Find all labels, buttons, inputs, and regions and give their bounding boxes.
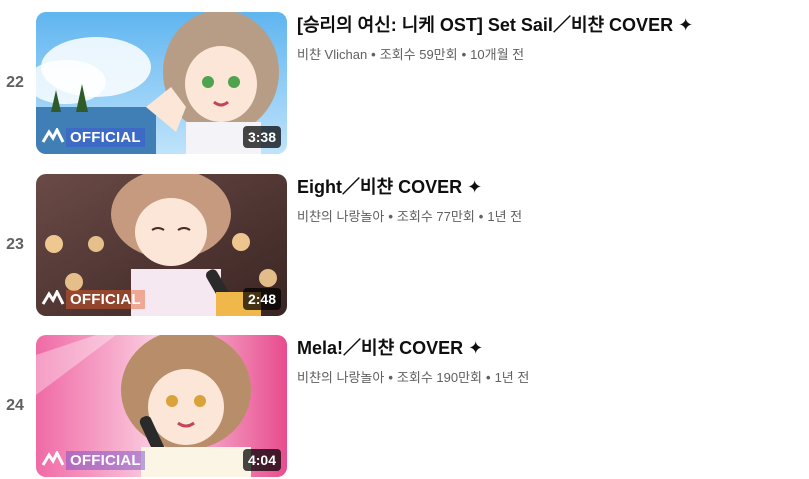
channel-name[interactable]: 비챤 Vlichan: [297, 47, 367, 62]
meta-separator: •: [371, 47, 376, 62]
channel-logo-icon: [40, 127, 66, 147]
video-info: Mela!／비챤 COVER ✦ 비챤의 나랑놀아 • 조회수 190만회 • 1년 전: [297, 335, 797, 387]
playlist-index: 22: [6, 74, 24, 91]
playlist-index: 23: [6, 236, 24, 253]
upload-age: 10개월 전: [470, 47, 525, 62]
video-meta: 비챤 Vlichan • 조회수 59만회 • 10개월 전: [297, 46, 797, 64]
video-thumbnail[interactable]: OFFICIAL 4:04: [36, 335, 287, 477]
official-badge: OFFICIAL: [40, 288, 145, 310]
playlist: 22 OFFICIAL 3:38 [승리의 여신: 니케 OST] Set Sa…: [0, 0, 809, 479]
official-label: OFFICIAL: [66, 289, 145, 309]
video-title[interactable]: [승리의 여신: 니케 OST] Set Sail／비챤 COVER ✦: [297, 12, 797, 38]
channel-name[interactable]: 비챤의 나랑놀아: [297, 209, 384, 224]
official-badge: OFFICIAL: [40, 126, 145, 148]
video-meta: 비챤의 나랑놀아 • 조회수 190만회 • 1년 전: [297, 369, 797, 387]
upload-age: 1년 전: [487, 209, 523, 224]
official-badge: OFFICIAL: [40, 449, 145, 471]
official-label: OFFICIAL: [66, 127, 145, 147]
channel-logo-icon: [40, 289, 66, 309]
video-duration: 2:48: [242, 288, 281, 310]
upload-age: 1년 전: [494, 370, 530, 385]
view-count: 조회수 59만회: [379, 47, 458, 62]
meta-separator: •: [388, 209, 393, 224]
view-count: 조회수 190만회: [396, 370, 483, 385]
playlist-index: 24: [6, 397, 24, 414]
meta-separator: •: [478, 209, 484, 224]
meta-separator: •: [461, 47, 467, 62]
playlist-item[interactable]: 22 OFFICIAL 3:38 [승리의 여신: 니케 OST] Set Sa…: [0, 12, 809, 154]
channel-logo-icon: [40, 450, 66, 470]
video-info: [승리의 여신: 니케 OST] Set Sail／비챤 COVER ✦ 비챤 …: [297, 12, 797, 64]
meta-separator: •: [486, 370, 491, 385]
playlist-item[interactable]: 24 OFFICIAL 4:04 Mela!／비챤 COVER ✦ 비챤의 나랑…: [0, 335, 809, 477]
official-label: OFFICIAL: [66, 450, 145, 470]
video-title[interactable]: Mela!／비챤 COVER ✦: [297, 335, 797, 361]
view-count: 조회수 77만회: [396, 209, 475, 224]
video-thumbnail[interactable]: OFFICIAL 2:48: [36, 174, 287, 316]
video-meta: 비챤의 나랑놀아 • 조회수 77만회 • 1년 전: [297, 208, 797, 226]
video-title[interactable]: Eight／비챤 COVER ✦: [297, 174, 797, 200]
video-info: Eight／비챤 COVER ✦ 비챤의 나랑놀아 • 조회수 77만회 • 1년 전: [297, 174, 797, 226]
video-duration: 4:04: [242, 449, 281, 471]
video-duration: 3:38: [242, 126, 281, 148]
channel-name[interactable]: 비챤의 나랑놀아: [297, 370, 384, 385]
video-thumbnail[interactable]: OFFICIAL 3:38: [36, 12, 287, 154]
meta-separator: •: [388, 370, 393, 385]
playlist-item[interactable]: 23 OFFICIAL 2:48 Eight／비챤 COVER ✦ 비챤의 나랑…: [0, 174, 809, 316]
